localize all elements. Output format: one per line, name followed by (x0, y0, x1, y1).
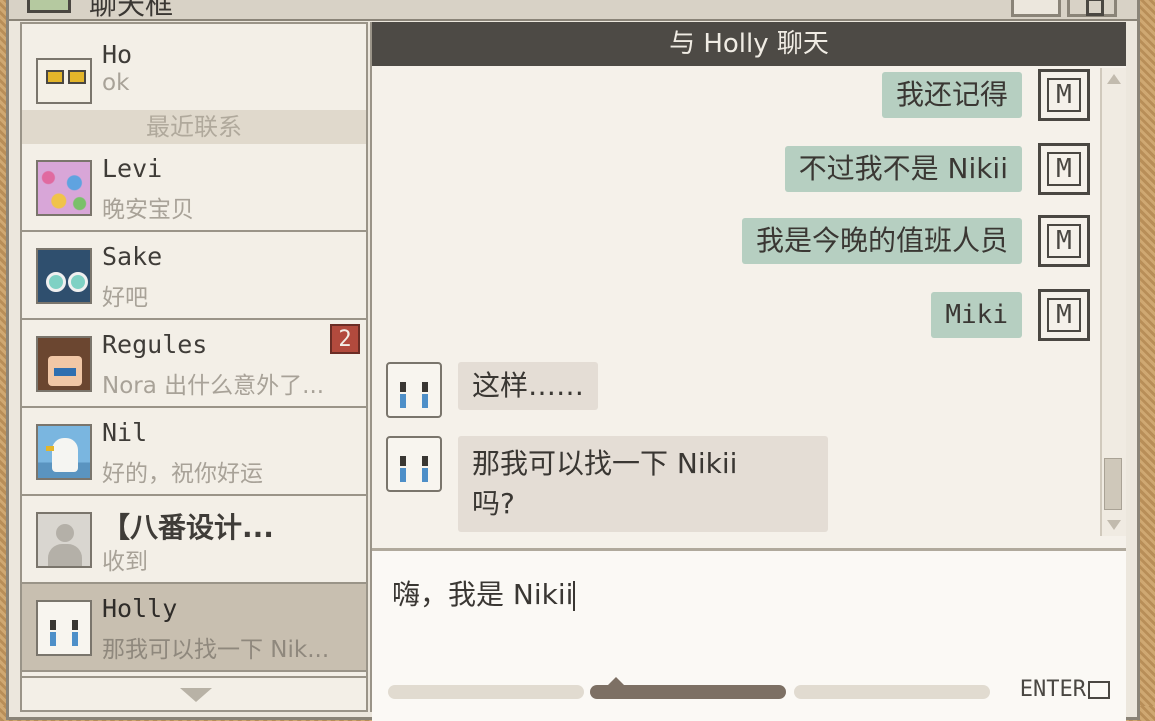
my-avatar-icon (1038, 289, 1090, 341)
contact-item-regules[interactable]: Regules Nora 出什么意外了... 2 (22, 320, 366, 408)
message-bubble: 这样…… (458, 362, 599, 410)
contact-preview: ok (102, 70, 130, 96)
contact-name: Levi (102, 154, 163, 183)
message-incoming: 那我可以找一下 Nikii 吗? (386, 436, 828, 532)
scroll-up-icon[interactable] (1107, 74, 1121, 84)
holly-avatar (386, 362, 442, 418)
message-bubble: 不过我不是 Nikii (784, 146, 1022, 192)
message-input-area[interactable]: 嗨，我是 Nikii ENTER (372, 548, 1126, 721)
contact-preview: 好吧 (102, 285, 148, 311)
enter-send-button[interactable]: ENTER (1020, 677, 1110, 702)
scroll-down-icon[interactable] (1107, 520, 1121, 530)
minimize-button[interactable] (1011, 0, 1061, 17)
contact-item-holly[interactable]: Holly 那我可以找一下 Nik... (22, 584, 366, 672)
avatar (36, 336, 92, 392)
contact-name: 【八番设计... (102, 511, 274, 544)
message-outgoing: 不过我不是 Nikii (784, 143, 1096, 195)
contact-name: Nil (102, 418, 148, 447)
title-bar: 聊天框 (9, 0, 1137, 21)
input-value: 嗨，我是 Nikii (392, 578, 574, 611)
my-avatar-icon (1038, 215, 1090, 267)
scroll-thumb[interactable] (1104, 458, 1122, 510)
avatar (36, 160, 92, 216)
message-outgoing: 我还记得 (881, 69, 1096, 121)
contact-list: Ho ok 最近联系 Levi 晚安宝贝 Sake 好吧 Regules Nor… (20, 22, 368, 712)
message-incoming: 这样…… (386, 362, 599, 418)
message-line: 那我可以找一下 Nikii (472, 447, 738, 480)
window-icon (27, 0, 71, 13)
contact-scroll-down-button[interactable] (22, 676, 366, 708)
enter-label: ENTER (1019, 677, 1086, 702)
unread-badge: 2 (330, 324, 360, 354)
contact-item-ho[interactable]: Ho ok (22, 24, 366, 112)
message-list: 我还记得 不过我不是 Nikii 我是今晚的值班人员 Miki 这样…… 那我可… (372, 66, 1096, 546)
chat-header: 与 Holly 聊天 (372, 22, 1126, 66)
contact-item-sake[interactable]: Sake 好吧 (22, 232, 366, 320)
contact-item-bafan-design[interactable]: 【八番设计... 收到 (22, 496, 366, 584)
chevron-down-icon (180, 688, 212, 702)
chat-scrollbar[interactable] (1100, 68, 1126, 536)
message-outgoing: 我是今晚的值班人员 (741, 215, 1096, 267)
avatar (36, 600, 92, 656)
text-caret (573, 581, 576, 611)
contact-preview: 晚安宝贝 (102, 197, 194, 223)
recent-contacts-header: 最近联系 (22, 110, 366, 144)
message-input[interactable]: 嗨，我是 Nikii (392, 573, 576, 613)
avatar (36, 58, 92, 104)
contact-name: Regules (102, 330, 208, 359)
contact-item-levi[interactable]: Levi 晚安宝贝 (22, 144, 366, 232)
holly-avatar (386, 436, 442, 492)
message-bubble: 我是今晚的值班人员 (741, 218, 1022, 264)
contact-name: Sake (102, 242, 163, 271)
message-line: 吗? (472, 487, 515, 520)
avatar (36, 424, 92, 480)
avatar (36, 248, 92, 304)
contact-preview: 收到 (102, 549, 148, 575)
message-outgoing: Miki (931, 289, 1096, 341)
my-avatar-icon (1038, 69, 1090, 121)
chat-panel: 与 Holly 聊天 我还记得 不过我不是 Nikii 我是今晚的值班人员 Mi… (370, 22, 1126, 721)
contact-item-nil[interactable]: Nil 好的，祝你好运 (22, 408, 366, 496)
contact-preview: Nora 出什么意外了... (102, 373, 325, 399)
input-option-bar[interactable] (794, 685, 990, 699)
maximize-button[interactable] (1067, 0, 1117, 17)
window-title: 聊天框 (89, 0, 174, 21)
message-bubble: 那我可以找一下 Nikii 吗? (458, 436, 828, 532)
message-bubble: Miki (931, 292, 1022, 338)
input-option-bar-active[interactable] (590, 677, 786, 699)
contact-name: Holly (102, 594, 178, 623)
enter-key-icon (1088, 681, 1110, 699)
message-bubble: 我还记得 (881, 72, 1022, 118)
my-avatar-icon (1038, 143, 1090, 195)
contact-preview: 好的，祝你好运 (102, 461, 263, 487)
avatar (36, 512, 92, 568)
contact-preview: 那我可以找一下 Nik... (102, 637, 330, 663)
input-option-bar[interactable] (388, 685, 584, 699)
contact-name: Ho (102, 40, 133, 69)
